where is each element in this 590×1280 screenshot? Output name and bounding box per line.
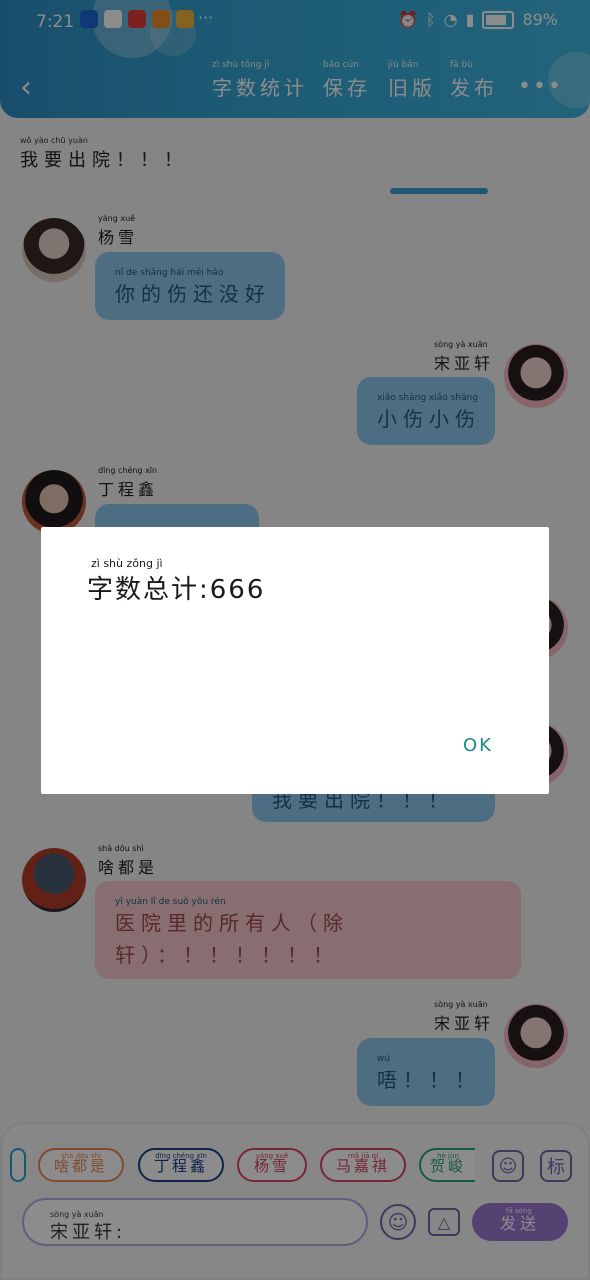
dialog-text: 字数总计:666 (87, 575, 266, 605)
ok-button[interactable]: OK (463, 735, 493, 756)
word-count-dialog: zì shù zǒng jì 字数总计:666 OK (41, 527, 549, 794)
pinyin: zì shù zǒng jì (91, 557, 163, 570)
chat-editor-screen: 7:21 ··· ⏰ ᛒ ◔ ▮ 89% ‹ zì shù tǒng jì 字数… (0, 0, 590, 1280)
dialog-message: zì shù zǒng jì 字数总计:666 (87, 557, 266, 606)
